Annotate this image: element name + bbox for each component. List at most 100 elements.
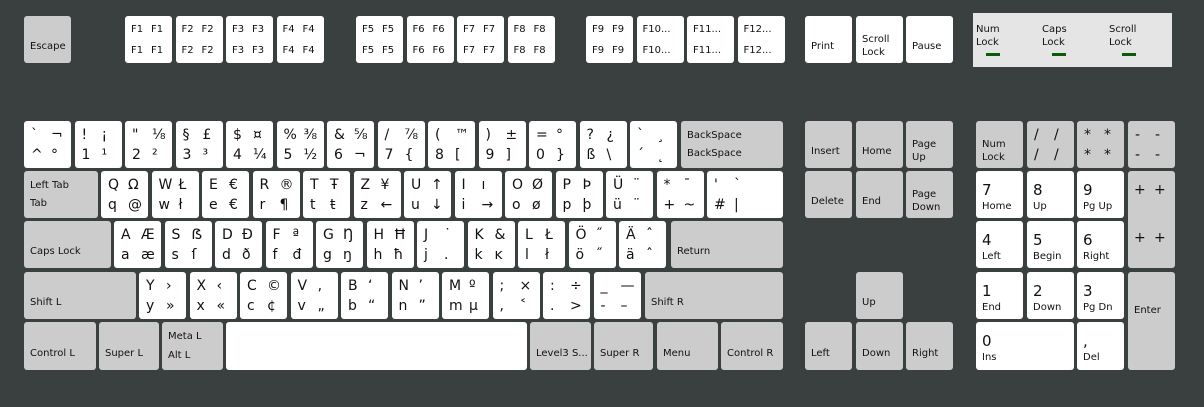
key-backspace[interactable]: BackSpace BackSpace <box>681 121 783 168</box>
key-y[interactable]: Y › y » <box>139 272 186 319</box>
key-r[interactable]: R ® r ¶ <box>252 171 300 218</box>
key-0[interactable]: = ° 0} <box>529 121 576 168</box>
key-f[interactable]: Fªfđ <box>265 221 313 268</box>
key-sz[interactable]: ? ¿ ß \ <box>579 121 627 168</box>
key-5[interactable]: % ⅜ 5 ½ <box>276 121 324 168</box>
key-return[interactable]: Return <box>671 221 783 268</box>
key-alt-l[interactable]: Meta L Alt L <box>162 322 223 370</box>
key-super-l[interactable]: Super L <box>99 322 159 370</box>
key-kp-enter[interactable]: Enter <box>1128 272 1175 370</box>
key-kp-multiply[interactable]: * * * * <box>1077 121 1124 168</box>
key-q[interactable]: Q Ωq @ <box>101 171 148 218</box>
key-p[interactable]: PÞpþ <box>555 171 603 218</box>
key-x[interactable]: X ‹ x « <box>189 272 237 319</box>
key-6[interactable]: & ⅝ 6 ¬ <box>327 121 374 168</box>
key-g[interactable]: GŊgŋ <box>316 221 363 268</box>
key-print[interactable]: Print <box>805 16 852 63</box>
key-end[interactable]: End <box>856 171 903 218</box>
key-tab[interactable]: Left Tab Tab <box>24 171 98 218</box>
key-j[interactable]: J ˙ j. <box>417 221 464 268</box>
key-kp-decimal[interactable]: , Del <box>1077 322 1124 370</box>
key-4[interactable]: $ ¤ 4 ¼ <box>226 121 273 168</box>
key-minus[interactable]: _ — - – <box>593 272 641 319</box>
key-page-up[interactable]: Page Up <box>906 121 953 168</box>
key-oe[interactable]: Ö ˝ ö ˝ <box>568 221 616 268</box>
key-t[interactable]: TŦtŧ <box>303 171 350 218</box>
key-control-r[interactable]: Control R <box>721 322 783 370</box>
key-down[interactable]: Down <box>856 322 903 370</box>
key-kp-4[interactable]: 4 Left <box>976 221 1023 268</box>
key-o[interactable]: OØoø <box>505 171 552 218</box>
key-acute[interactable]: ` ¸ ´ ˛ <box>630 121 677 168</box>
key-delete[interactable]: Delete <box>805 171 852 218</box>
key-u[interactable]: U ↑ u ↓ <box>404 171 451 218</box>
key-period[interactable]: : ÷. > <box>543 272 590 319</box>
key-h[interactable]: HĦhħ <box>366 221 414 268</box>
key-level3[interactable]: Level3 S... <box>530 322 591 370</box>
key-shift-r[interactable]: Shift R <box>645 272 783 319</box>
key-b[interactable]: B ‘ b “ <box>341 272 388 319</box>
key-8[interactable]: (™ 8 [ <box>428 121 475 168</box>
key-plus[interactable]: * ¯ + ~ <box>656 171 704 218</box>
key-kp-6[interactable]: 6 Right <box>1077 221 1124 268</box>
key-num-lock[interactable]: Num Lock <box>976 121 1023 168</box>
key-f1[interactable]: F1 F1 F1 F1 <box>125 16 172 63</box>
key-z[interactable]: Z ¥ z ← <box>353 171 401 218</box>
key-i[interactable]: Iı i → <box>454 171 502 218</box>
key-insert[interactable]: Insert <box>805 121 852 168</box>
key-2[interactable]: " ⅛ 2 ² <box>125 121 172 168</box>
key-f7[interactable]: F7 F7 F7 F7 <box>457 16 504 63</box>
key-control-l[interactable]: Control L <box>24 322 96 370</box>
key-e[interactable]: E € e € <box>202 171 249 218</box>
key-n[interactable]: N ’ n ” <box>391 272 439 319</box>
key-caps-lock[interactable]: Caps Lock <box>24 221 111 268</box>
key-c[interactable]: C © c ¢ <box>240 272 287 319</box>
key-ue[interactable]: Ü ¨ ü ¨ <box>606 171 653 218</box>
key-ae[interactable]: Äˆäˆ <box>619 221 666 268</box>
key-9[interactable]: ) ±9] <box>478 121 526 168</box>
key-kp-7[interactable]: 7 Home <box>976 171 1023 218</box>
key-up[interactable]: Up <box>856 272 903 319</box>
key-shift-l[interactable]: Shift L <box>24 272 136 319</box>
key-s[interactable]: Sẞsſ <box>164 221 212 268</box>
key-right[interactable]: Right <box>906 322 953 370</box>
key-1[interactable]: ! ¡ 1 ¹ <box>74 121 122 168</box>
key-scroll-lock[interactable]: Scroll Lock <box>856 16 903 63</box>
key-kp-divide[interactable]: / / / / <box>1027 121 1074 168</box>
key-f6[interactable]: F6 F6 F6 F6 <box>406 16 454 63</box>
key-escape[interactable]: Escape <box>24 16 71 63</box>
key-d[interactable]: DÐdð <box>215 221 262 268</box>
key-f11[interactable]: F11... F11... <box>687 16 734 63</box>
key-kp-2[interactable]: 2 Down <box>1027 272 1074 319</box>
key-f4[interactable]: F4 F4 F4 F4 <box>276 16 324 63</box>
key-f5[interactable]: F5 F5 F5 F5 <box>356 16 403 63</box>
key-f2[interactable]: F2 F2 F2 F2 <box>175 16 223 63</box>
key-f3[interactable]: F3 F3 F3 F3 <box>226 16 273 63</box>
key-kp-add[interactable]: + + + + <box>1128 171 1175 268</box>
key-f9[interactable]: F9 F9 F9 F9 <box>586 16 633 63</box>
key-menu[interactable]: Menu <box>657 322 718 370</box>
key-kp-5[interactable]: 5 Begin <box>1027 221 1074 268</box>
key-kp-subtract[interactable]: ---- <box>1128 121 1175 168</box>
key-m[interactable]: Mºmµ <box>442 272 489 319</box>
key-f8[interactable]: F8 F8 F8 F8 <box>507 16 555 63</box>
key-grave[interactable]: ` ¬ ^ ° <box>24 121 71 168</box>
key-w[interactable]: WŁwł <box>151 171 199 218</box>
key-home[interactable]: Home <box>856 121 903 168</box>
key-f10[interactable]: F10... F10... <box>636 16 684 63</box>
key-hash[interactable]: ' ` # | <box>707 171 783 218</box>
key-7[interactable]: / ⅞ 7 { <box>377 121 425 168</box>
key-super-r[interactable]: Super R <box>594 322 653 370</box>
key-comma[interactable]: ; ×, ˂ <box>492 272 540 319</box>
key-page-down[interactable]: Page Down <box>906 171 953 218</box>
key-k[interactable]: K & k ĸ <box>467 221 515 268</box>
key-pause[interactable]: Pause <box>906 16 953 63</box>
key-space[interactable] <box>226 322 527 370</box>
key-kp-3[interactable]: 3 Pg Dn <box>1077 272 1124 319</box>
key-kp-9[interactable]: 9 Pg Up <box>1077 171 1124 218</box>
key-3[interactable]: § £3 ³ <box>175 121 223 168</box>
key-a[interactable]: AÆaæ <box>114 221 161 268</box>
key-kp-0[interactable]: 0 Ins <box>976 322 1074 370</box>
key-kp-8[interactable]: 8 Up <box>1027 171 1074 218</box>
key-left[interactable]: Left <box>805 322 852 370</box>
